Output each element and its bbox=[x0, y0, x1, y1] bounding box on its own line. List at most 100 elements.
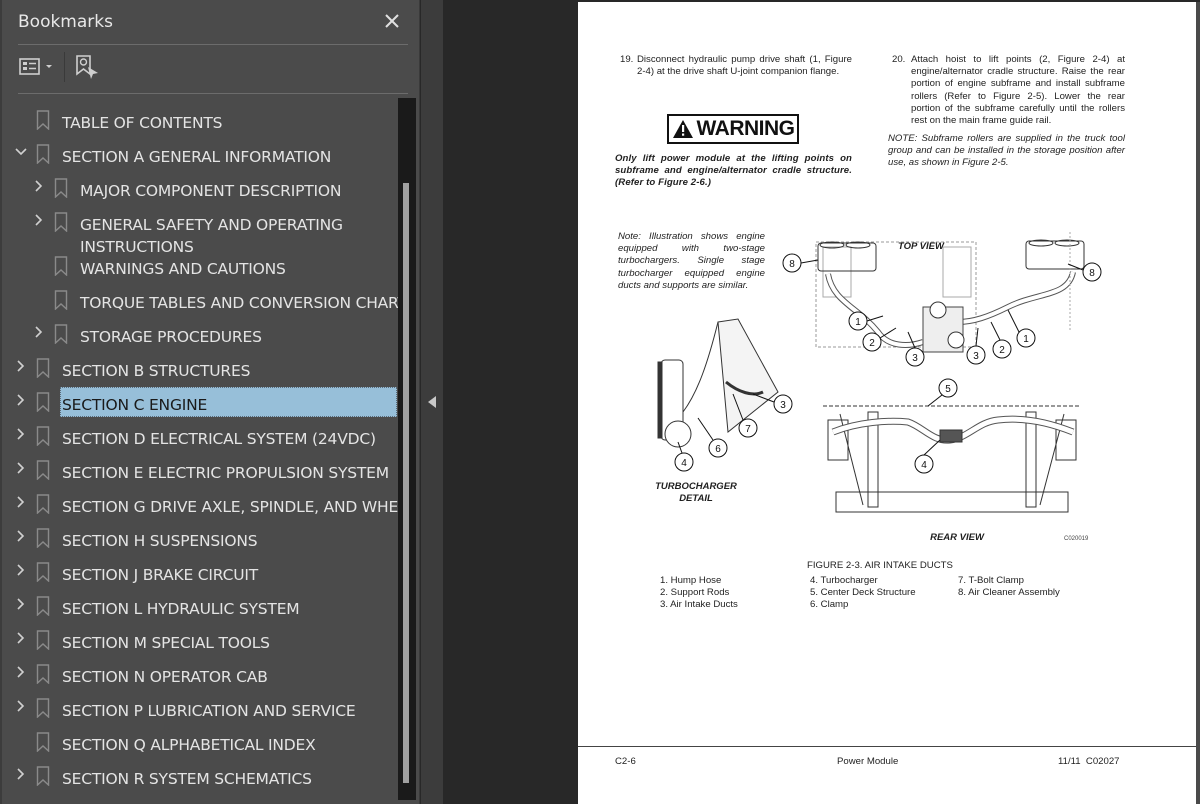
bookmark-label: STORAGE PROCEDURES bbox=[80, 328, 262, 346]
bookmark-item[interactable]: SECTION H SUSPENSIONS bbox=[0, 521, 398, 555]
chevron-right-icon[interactable] bbox=[14, 461, 28, 475]
chevron-right-icon[interactable] bbox=[14, 597, 28, 611]
bookmark-icon bbox=[36, 630, 50, 650]
collapse-panel-left-icon[interactable] bbox=[428, 396, 436, 408]
svg-text:8: 8 bbox=[789, 259, 795, 270]
bookmark-item[interactable]: SECTION M SPECIAL TOOLS bbox=[0, 623, 398, 657]
technical-illustration: TOP VIEW TURBOCHARGER DETAIL REAR VIEW C… bbox=[655, 232, 1102, 543]
bookmark-label: TABLE OF CONTENTS bbox=[62, 114, 223, 132]
bookmark-label: MAJOR COMPONENT DESCRIPTION bbox=[80, 182, 342, 200]
bookmark-icon bbox=[36, 528, 50, 548]
callout-1: 1 bbox=[1007, 309, 1036, 348]
chevron-right-icon[interactable] bbox=[32, 325, 46, 339]
figure-caption: FIGURE 2-3. AIR INTAKE DUCTS bbox=[807, 560, 953, 571]
svg-text:4: 4 bbox=[921, 460, 927, 471]
bookmark-item[interactable]: SECTION R SYSTEM SCHEMATICS bbox=[0, 759, 398, 793]
panel-title: Bookmarks bbox=[18, 12, 113, 32]
find-current-bookmark-button[interactable] bbox=[74, 54, 102, 82]
bookmark-icon bbox=[54, 324, 68, 344]
svg-text:3: 3 bbox=[780, 400, 786, 411]
turbo-detail-label-1: TURBOCHARGER bbox=[655, 481, 737, 492]
scrollbar-thumb[interactable] bbox=[403, 183, 409, 783]
bookmark-icon bbox=[54, 212, 68, 232]
bookmark-item[interactable]: SECTION E ELECTRIC PROPULSION SYSTEM bbox=[0, 453, 398, 487]
bookmark-item[interactable]: SECTION P LUBRICATION AND SERVICE bbox=[0, 691, 398, 725]
legend-item: 5. Center Deck Structure bbox=[810, 587, 916, 598]
bookmark-tree: TABLE OF CONTENTS SECTION A GENERAL INFOR… bbox=[0, 100, 398, 800]
svg-text:4: 4 bbox=[681, 458, 687, 469]
bookmark-icon bbox=[36, 698, 50, 718]
bookmark-icon bbox=[54, 178, 68, 198]
footer-page-number: C2-6 bbox=[615, 756, 636, 767]
bookmark-icon bbox=[54, 256, 68, 276]
bookmark-label: SECTION E ELECTRIC PROPULSION SYSTEM bbox=[62, 464, 389, 482]
legend-item: 7. T-Bolt Clamp bbox=[958, 575, 1024, 586]
bookmark-label: SECTION P LUBRICATION AND SERVICE bbox=[62, 702, 356, 720]
bookmark-item[interactable]: SECTION D ELECTRICAL SYSTEM (24VDC) bbox=[0, 419, 398, 453]
bookmark-label: SECTION D ELECTRICAL SYSTEM (24VDC) bbox=[62, 430, 376, 448]
bookmark-item[interactable]: TORQUE TABLES AND CONVERSION CHARTS bbox=[0, 283, 398, 317]
chevron-right-icon[interactable] bbox=[14, 359, 28, 373]
bookmark-item[interactable]: WARNINGS AND CAUTIONS bbox=[0, 249, 398, 283]
close-panel-button[interactable] bbox=[380, 9, 404, 33]
bookmark-label: SECTION M SPECIAL TOOLS bbox=[62, 634, 270, 652]
bookmark-icon bbox=[36, 144, 50, 164]
drawing-id: C020019 bbox=[1064, 536, 1089, 542]
bookmark-item[interactable]: GENERAL SAFETY AND OPERATING INSTRUCTIONS bbox=[0, 205, 398, 256]
chevron-right-icon[interactable] bbox=[14, 767, 28, 781]
pdf-page: 19. Disconnect hydraulic pump drive shaf… bbox=[578, 2, 1200, 804]
chevron-right-icon[interactable] bbox=[32, 213, 46, 227]
footer-title: Power Module bbox=[837, 756, 899, 767]
callout-5: 5 bbox=[927, 378, 958, 407]
bookmark-icon bbox=[36, 426, 50, 446]
bookmark-label: SECTION A GENERAL INFORMATION bbox=[62, 148, 332, 166]
svg-text:5: 5 bbox=[945, 384, 951, 395]
chevron-right-icon[interactable] bbox=[14, 699, 28, 713]
svg-text:3: 3 bbox=[912, 353, 918, 364]
legend-item: 6. Clamp bbox=[810, 599, 849, 610]
bookmark-item[interactable]: SECTION Q ALPHABETICAL INDEX bbox=[0, 725, 398, 759]
chevron-right-icon[interactable] bbox=[14, 427, 28, 441]
find-current-bookmark-icon bbox=[76, 55, 98, 79]
footer-rule bbox=[578, 746, 1196, 747]
chevron-right-icon[interactable] bbox=[14, 529, 28, 543]
bookmark-label: GENERAL SAFETY AND OPERATING bbox=[80, 216, 343, 234]
svg-text:6: 6 bbox=[715, 444, 721, 455]
bookmark-item[interactable]: SECTION N OPERATOR CAB bbox=[0, 657, 398, 691]
bookmark-item[interactable]: SECTION L HYDRAULIC SYSTEM bbox=[0, 589, 398, 623]
footer-date-code: 11/11 C02027 bbox=[1058, 756, 1120, 767]
divider bbox=[18, 44, 408, 45]
bookmark-icon bbox=[36, 562, 50, 582]
bookmarks-panel: Bookmarks TABLE OF CONTENTS SECTION A GEN… bbox=[0, 0, 420, 804]
bookmark-icon bbox=[36, 596, 50, 616]
chevron-right-icon[interactable] bbox=[14, 631, 28, 645]
bookmark-item[interactable]: TABLE OF CONTENTS bbox=[0, 103, 398, 137]
bookmark-label: WARNINGS AND CAUTIONS bbox=[80, 260, 286, 278]
chevron-right-icon[interactable] bbox=[14, 563, 28, 577]
bookmark-icon bbox=[36, 110, 50, 130]
chevron-right-icon[interactable] bbox=[32, 179, 46, 193]
callout-4: 4 bbox=[914, 439, 941, 474]
bookmark-item[interactable]: SECTION J BRAKE CIRCUIT bbox=[0, 555, 398, 589]
bookmark-icon bbox=[36, 766, 50, 786]
bookmark-options-button[interactable] bbox=[18, 56, 58, 80]
bookmark-icon bbox=[36, 392, 50, 412]
legend-item: 2. Support Rods bbox=[660, 587, 730, 598]
bookmark-icon bbox=[36, 358, 50, 378]
chevron-right-icon[interactable] bbox=[14, 665, 28, 679]
chevron-down-icon[interactable] bbox=[14, 145, 28, 159]
bookmark-item[interactable]: SECTION B STRUCTURES bbox=[0, 351, 398, 385]
bookmark-label: SECTION L HYDRAULIC SYSTEM bbox=[62, 600, 300, 618]
bookmark-item[interactable]: SECTION C ENGINE bbox=[0, 385, 398, 419]
bookmark-item[interactable]: SECTION G DRIVE AXLE, SPINDLE, AND WHEEL… bbox=[0, 487, 398, 521]
bookmark-label: SECTION H SUSPENSIONS bbox=[62, 532, 258, 550]
top-view-label: TOP VIEW bbox=[898, 241, 945, 252]
bookmark-item[interactable]: MAJOR COMPONENT DESCRIPTION bbox=[0, 171, 398, 205]
chevron-right-icon[interactable] bbox=[14, 393, 28, 407]
bookmark-item[interactable]: STORAGE PROCEDURES bbox=[0, 317, 398, 351]
bookmark-item[interactable]: SECTION A GENERAL INFORMATION bbox=[0, 137, 398, 171]
svg-text:2: 2 bbox=[869, 338, 875, 349]
list-options-icon bbox=[19, 58, 52, 75]
chevron-right-icon[interactable] bbox=[14, 495, 28, 509]
bookmark-label: SECTION N OPERATOR CAB bbox=[62, 668, 268, 686]
